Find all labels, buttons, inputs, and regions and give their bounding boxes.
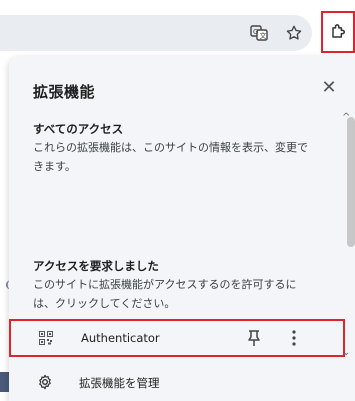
scrollbar-thumb[interactable] bbox=[347, 117, 355, 247]
star-icon[interactable] bbox=[283, 22, 305, 44]
qr-code-icon bbox=[39, 331, 53, 345]
star-icon-glyph bbox=[286, 25, 302, 40]
translate-icon-glyph: G 文 bbox=[250, 25, 268, 41]
pin-icon[interactable] bbox=[246, 329, 262, 347]
panel-title: 拡張機能 bbox=[33, 83, 96, 101]
browser-toolbar: G 文 bbox=[0, 0, 355, 54]
gear-icon bbox=[39, 374, 51, 390]
all-access-heading: すべてのアクセス bbox=[33, 122, 124, 136]
more-vertical-icon[interactable] bbox=[291, 329, 297, 347]
extension-name: Authenticator bbox=[81, 331, 160, 345]
translate-icon[interactable]: G 文 bbox=[248, 22, 270, 44]
svg-text:文: 文 bbox=[260, 31, 267, 40]
extensions-button[interactable] bbox=[321, 11, 355, 53]
manage-extensions-label: 拡張機能を管理 bbox=[79, 376, 160, 390]
requested-access-description: このサイトに拡張機能がアクセスするのを許可するには、クリックしてください。 bbox=[33, 278, 297, 310]
all-access-description: これらの拡張機能は、このサイトの情報を表示、変更できます。 bbox=[33, 141, 308, 173]
close-icon[interactable]: ✕ bbox=[320, 79, 338, 97]
requested-access-heading: アクセスを要求しました bbox=[33, 259, 159, 273]
puzzle-icon bbox=[332, 24, 345, 38]
extensions-panel: 拡張機能 ✕ すべてのアクセス これらの拡張機能は、このサイトの情報を表示、変更… bbox=[9, 55, 355, 401]
manage-extensions-button[interactable]: 拡張機能を管理 bbox=[9, 368, 345, 401]
extension-row-authenticator[interactable]: Authenticator bbox=[9, 319, 345, 357]
svg-text:G: G bbox=[253, 28, 258, 36]
